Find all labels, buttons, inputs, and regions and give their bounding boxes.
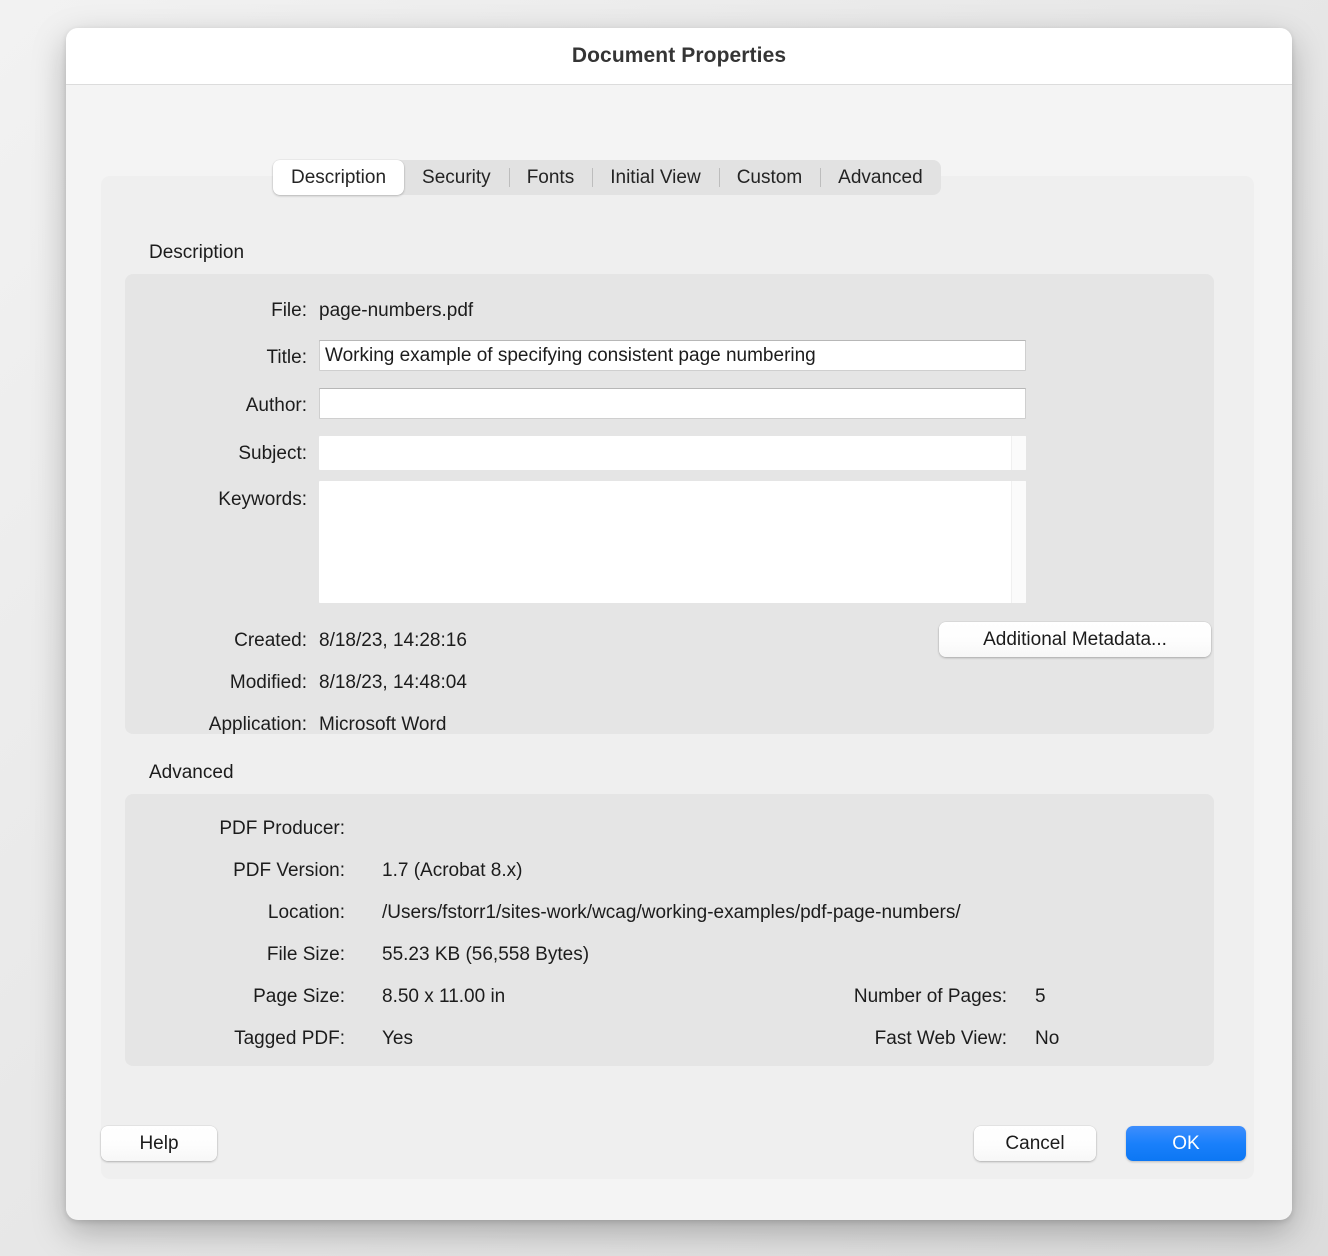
description-section-label: Description xyxy=(149,242,244,264)
file-size-label: File Size: xyxy=(125,944,345,966)
page-size-label: Page Size: xyxy=(125,986,345,1008)
cancel-button[interactable]: Cancel xyxy=(974,1126,1096,1161)
ok-button[interactable]: OK xyxy=(1126,1126,1246,1161)
subject-input-text xyxy=(325,440,1004,468)
cancel-button-label: Cancel xyxy=(1005,1133,1064,1155)
number-of-pages-label: Number of Pages: xyxy=(707,986,1007,1008)
title-input[interactable] xyxy=(319,340,1026,371)
tab-content-panel: Description File: page-numbers.pdf Title… xyxy=(101,176,1254,1179)
footer-divider xyxy=(66,1218,1292,1219)
pdf-version-value: 1.7 (Acrobat 8.x) xyxy=(382,860,522,882)
number-of-pages-value: 5 xyxy=(1035,986,1046,1008)
tab-advanced-label: Advanced xyxy=(838,167,923,189)
location-label: Location: xyxy=(125,902,345,924)
tab-initial-view-label: Initial View xyxy=(610,167,700,189)
tab-initial-view[interactable]: Initial View xyxy=(592,160,718,195)
dialog-body: Description Security Fonts Initial View … xyxy=(66,85,1292,1219)
pdf-producer-label: PDF Producer: xyxy=(125,818,345,840)
application-label: Application: xyxy=(125,714,307,736)
help-button[interactable]: Help xyxy=(101,1126,217,1161)
additional-metadata-button-label: Additional Metadata... xyxy=(983,629,1167,651)
tab-advanced[interactable]: Advanced xyxy=(820,160,941,195)
subject-scrollbar[interactable] xyxy=(1011,436,1026,470)
advanced-section-label: Advanced xyxy=(149,762,234,784)
tab-security[interactable]: Security xyxy=(404,160,509,195)
fast-web-view-label: Fast Web View: xyxy=(707,1028,1007,1050)
file-value: page-numbers.pdf xyxy=(319,300,473,322)
modified-label: Modified: xyxy=(125,672,307,694)
modified-value: 8/18/23, 14:48:04 xyxy=(319,672,467,694)
ok-button-label: OK xyxy=(1172,1133,1199,1155)
tab-description-label: Description xyxy=(291,167,386,189)
advanced-groupbox: PDF Producer: PDF Version: 1.7 (Acrobat … xyxy=(125,794,1214,1066)
dialog-titlebar: Document Properties xyxy=(66,28,1292,85)
additional-metadata-button[interactable]: Additional Metadata... xyxy=(939,622,1211,657)
file-size-value: 55.23 KB (56,558 Bytes) xyxy=(382,944,589,966)
keywords-input[interactable] xyxy=(319,481,1026,603)
tagged-pdf-label: Tagged PDF: xyxy=(125,1028,345,1050)
document-properties-dialog: Document Properties Description Security… xyxy=(66,28,1292,1220)
location-value: /Users/fstorr1/sites-work/wcag/working-e… xyxy=(382,902,961,924)
page-size-value: 8.50 x 11.00 in xyxy=(382,986,505,1008)
file-label: File: xyxy=(125,300,307,322)
tab-fonts-label: Fonts xyxy=(527,167,575,189)
keywords-scrollbar[interactable] xyxy=(1011,481,1026,603)
fast-web-view-value: No xyxy=(1035,1028,1059,1050)
application-value: Microsoft Word xyxy=(319,714,446,736)
created-label: Created: xyxy=(125,630,307,652)
author-label: Author: xyxy=(125,395,307,417)
tagged-pdf-value: Yes xyxy=(382,1028,413,1050)
tab-bar: Description Security Fonts Initial View … xyxy=(273,160,941,195)
dialog-title: Document Properties xyxy=(572,44,786,68)
tab-description[interactable]: Description xyxy=(273,160,404,195)
tab-custom-label: Custom xyxy=(737,167,802,189)
tab-custom[interactable]: Custom xyxy=(719,160,820,195)
author-input[interactable] xyxy=(319,388,1026,419)
keywords-input-text xyxy=(325,485,1004,601)
subject-label: Subject: xyxy=(125,443,307,465)
title-label: Title: xyxy=(125,347,307,369)
help-button-label: Help xyxy=(139,1133,178,1155)
subject-input[interactable] xyxy=(319,436,1026,470)
tab-fonts[interactable]: Fonts xyxy=(509,160,593,195)
created-value: 8/18/23, 14:28:16 xyxy=(319,630,467,652)
pdf-version-label: PDF Version: xyxy=(125,860,345,882)
tab-security-label: Security xyxy=(422,167,491,189)
description-groupbox: File: page-numbers.pdf Title: Author: Su… xyxy=(125,274,1214,734)
keywords-label: Keywords: xyxy=(125,489,307,511)
